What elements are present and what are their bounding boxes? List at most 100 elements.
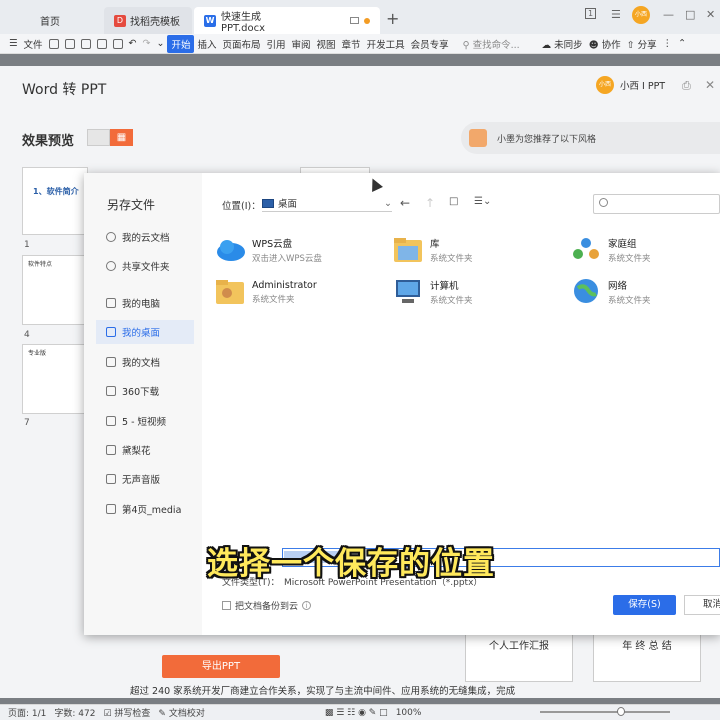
view-mode-icon[interactable]: ☰⌄: [474, 196, 491, 207]
zoom-slider[interactable]: [540, 711, 670, 713]
page-count: 页面: 1/1: [8, 709, 47, 719]
new-folder-icon[interactable]: □: [449, 196, 458, 207]
backup-option[interactable]: 把文档备份到云 i: [222, 599, 312, 612]
location-label: 位置(I)：: [222, 201, 261, 212]
word-doc-icon: W: [204, 14, 216, 27]
preview-label: 效果预览: [22, 134, 75, 149]
export-icon[interactable]: [64, 38, 75, 49]
location-select[interactable]: 桌面 ⌄: [262, 195, 392, 212]
menu-insert[interactable]: 插入: [194, 37, 219, 51]
save-icon[interactable]: [48, 38, 59, 49]
single-view-toggle[interactable]: [87, 129, 110, 146]
share-button[interactable]: ⇧ 分享: [624, 37, 660, 51]
share-icon: [106, 261, 116, 271]
file-item-administrator[interactable]: Administrator 系统文件夹: [214, 276, 384, 308]
window-count-badge[interactable]: 1: [585, 8, 597, 19]
menu-icon[interactable]: ☰: [6, 38, 21, 49]
template-card-1[interactable]: 个人工作汇报: [465, 632, 573, 682]
menu-view[interactable]: 视图: [314, 37, 339, 51]
menu-review[interactable]: 审阅: [289, 37, 314, 51]
export-ppt-button[interactable]: 导出PPT: [162, 655, 280, 678]
cancel-button[interactable]: 取消: [684, 595, 720, 615]
sidebar-item-360[interactable]: 360下载: [96, 379, 194, 403]
grid-view-toggle[interactable]: ▦: [110, 129, 133, 146]
assistant-icon: [469, 129, 487, 147]
redo-icon[interactable]: ↷: [140, 38, 154, 49]
collapse-icon[interactable]: ⌃: [675, 38, 689, 49]
spell-check[interactable]: ☑ 拼写检查: [103, 706, 150, 719]
homegroup-icon: [573, 238, 599, 259]
skin-icon[interactable]: ☰: [611, 8, 621, 21]
sync-status[interactable]: ☁ 未同步: [539, 37, 586, 51]
sidebar-item-folder-b[interactable]: 无声音版: [96, 467, 194, 491]
library-folder-icon: [394, 238, 422, 262]
file-item-homegroup[interactable]: 家庭组 系统文件夹: [570, 234, 720, 266]
sidebar-item-folder-c[interactable]: 第4页_media: [96, 497, 194, 521]
print-icon[interactable]: [96, 38, 107, 49]
save-button[interactable]: 保存(S): [613, 595, 676, 615]
sidebar-item-folder-a[interactable]: 黛梨花: [96, 438, 194, 462]
menu-layout[interactable]: 页面布局: [219, 37, 263, 51]
window-icon: [350, 17, 360, 24]
menu-section[interactable]: 章节: [339, 37, 364, 51]
avatar[interactable]: 小西: [632, 6, 650, 24]
monitor-icon: [106, 298, 116, 308]
menu-references[interactable]: 引用: [264, 37, 289, 51]
file-item-wps-cloud[interactable]: WPS云盘 双击进入WPS云盘: [214, 234, 384, 266]
print-preview-icon[interactable]: [80, 38, 91, 49]
up-button[interactable]: ↑: [425, 196, 435, 210]
menu-home[interactable]: 开始: [167, 34, 195, 53]
slide-thumb-1[interactable]: 1、软件简介: [22, 167, 88, 235]
sidebar-item-documents[interactable]: 我的文档: [96, 350, 194, 374]
menu-developer[interactable]: 开发工具: [364, 37, 408, 51]
menu-member[interactable]: 会员专享: [408, 37, 452, 51]
back-button[interactable]: ←: [400, 196, 410, 210]
print-icon[interactable]: ⎙: [682, 79, 691, 93]
sidebar-item-shared[interactable]: 共享文件夹: [96, 254, 194, 278]
zoom-slider-handle[interactable]: [617, 707, 625, 716]
word-count[interactable]: 字数: 472: [54, 706, 95, 719]
info-icon[interactable]: i: [302, 601, 312, 610]
recommend-bar: 小墨为您推荐了以下风格: [461, 122, 720, 154]
collab-button[interactable]: ☻ 协作: [586, 37, 624, 51]
command-search[interactable]: ⚲ 查找命令...: [460, 37, 523, 51]
tab-document[interactable]: W 快速生成PPT.docx: [194, 7, 380, 34]
template-card-2[interactable]: 年 终 总 结: [593, 632, 701, 682]
file-item-library[interactable]: 库系统文件夹: [392, 234, 562, 266]
undo-icon[interactable]: ↶: [126, 38, 140, 49]
zoom-level: 100%: [395, 707, 422, 718]
docer-icon: D: [114, 14, 126, 27]
slide-thumb-7[interactable]: 专业版: [22, 344, 88, 414]
file-item-network[interactable]: 网络 系统文件夹: [570, 276, 720, 308]
tab-templates[interactable]: D 找稻壳模板: [104, 7, 192, 34]
ribbon-more-icon[interactable]: ⋮: [660, 38, 676, 49]
new-tab-button[interactable]: +: [386, 9, 399, 28]
view-icons[interactable]: ▩ ☰ ☷ ◉ ✎ □: [325, 708, 388, 718]
menu-file[interactable]: 文件: [21, 37, 46, 51]
format-icon[interactable]: [112, 38, 123, 49]
sidebar-item-cloud[interactable]: 我的云文档: [96, 225, 194, 249]
sidebar-item-computer[interactable]: 我的电脑: [96, 291, 194, 315]
close-icon[interactable]: ✕: [706, 8, 715, 21]
document-proof[interactable]: ✎ 文档校对: [158, 706, 204, 719]
maximize-icon[interactable]: □: [685, 8, 695, 21]
chevron-down-icon: ⌄: [384, 197, 392, 209]
more-icon[interactable]: ⌄: [153, 38, 167, 49]
document-text: 超过 240 家系统开发厂商建立合作关系，实现了与主流中间件、应用系统的无缝集成…: [130, 686, 516, 697]
search-input[interactable]: [593, 194, 720, 214]
sidebar-item-video[interactable]: 5 - 短视频: [96, 409, 194, 433]
panel-title: Word 转 PPT: [22, 82, 107, 98]
cloud-icon: [217, 240, 245, 261]
dialog-title: 另存文件: [107, 198, 156, 212]
tab-home[interactable]: 首页: [0, 7, 100, 34]
panel-close-icon[interactable]: ✕: [705, 78, 715, 92]
file-item-computer[interactable]: 计算机 系统文件夹: [392, 276, 562, 308]
user-badge[interactable]: 小西 小西 I PPT: [596, 76, 665, 94]
sidebar-item-desktop[interactable]: 我的桌面: [96, 320, 194, 344]
slide-thumb-4[interactable]: 软件特点: [22, 255, 88, 325]
search-icon: [599, 198, 608, 207]
folder-icon: [106, 386, 116, 396]
backup-checkbox[interactable]: [222, 601, 231, 610]
minimize-icon[interactable]: —: [663, 8, 674, 21]
folder-icon: [106, 445, 116, 455]
